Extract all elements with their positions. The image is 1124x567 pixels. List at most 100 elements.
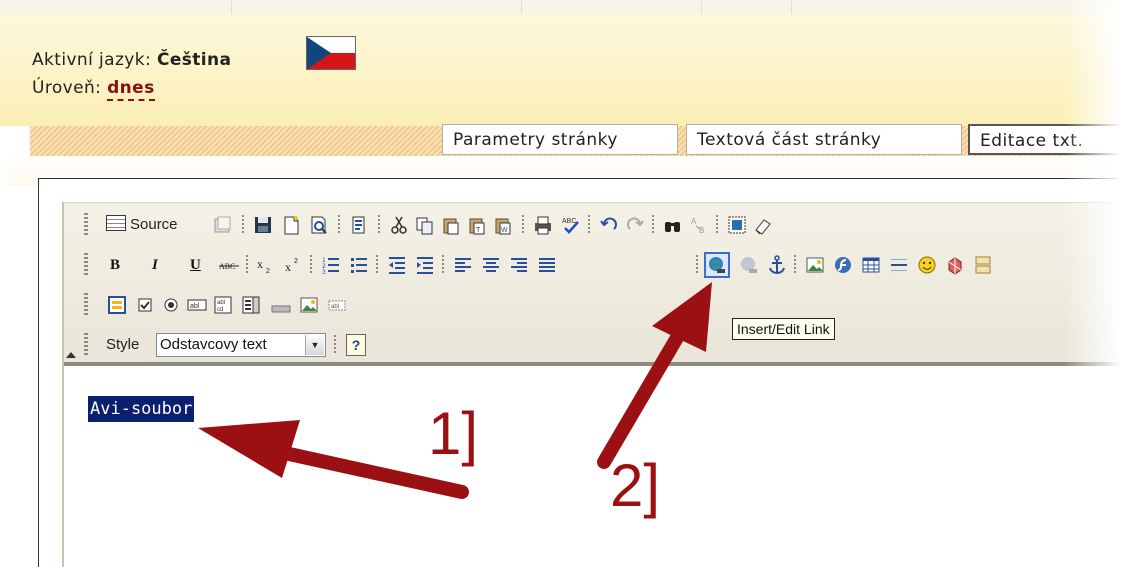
source-icon <box>106 215 126 231</box>
save-icon[interactable] <box>252 214 274 236</box>
flash-icon[interactable] <box>832 254 854 276</box>
tab-page-parameters[interactable]: Parametry stránky <box>442 124 678 155</box>
annotation-step-2: 2] <box>610 452 661 519</box>
toolbar-row-4: Style Odstavcovy text ▼ ? <box>84 332 388 360</box>
selected-text[interactable]: Avi-soubor <box>88 396 195 422</box>
indent-icon[interactable] <box>414 254 436 276</box>
templates-icon[interactable] <box>212 214 234 236</box>
anchor-icon[interactable] <box>766 254 788 276</box>
help-button[interactable]: ? <box>346 334 366 356</box>
bold-button[interactable]: B <box>110 254 120 276</box>
top-tab-strip <box>0 0 1124 14</box>
czech-flag-icon[interactable] <box>306 36 356 70</box>
hidden-field-icon[interactable]: abl <box>326 294 348 316</box>
svg-text:2: 2 <box>266 268 270 275</box>
textarea-icon[interactable]: abl cd <box>212 294 234 316</box>
toolbar-grip[interactable] <box>84 253 88 277</box>
tab-edit-text[interactable]: Editace txt. <box>968 124 1124 155</box>
tab-page-text[interactable]: Textová část stránky <box>686 124 962 155</box>
style-dropdown-value: Odstavcovy text <box>160 336 267 353</box>
select-all-icon[interactable] <box>726 214 748 236</box>
svg-text:cd: cd <box>217 307 223 313</box>
svg-text:T: T <box>476 227 481 234</box>
style-dropdown[interactable]: Odstavcovy text ▼ <box>156 333 326 357</box>
svg-text:abl: abl <box>217 300 225 306</box>
toolbar-row-2: B I U ABC x2 x2 123 <box>84 252 1124 280</box>
remove-format-icon[interactable] <box>752 214 774 236</box>
svg-text:x: x <box>257 257 263 271</box>
image-icon[interactable] <box>804 254 826 276</box>
undo-icon[interactable] <box>598 214 620 236</box>
smiley-icon[interactable] <box>916 254 938 276</box>
italic-button[interactable]: I <box>152 254 158 276</box>
svg-text:3: 3 <box>322 269 326 276</box>
level-value-link[interactable]: dnes <box>107 78 155 101</box>
toolbar-grip[interactable] <box>84 333 88 357</box>
svg-text:2: 2 <box>294 258 298 265</box>
level-label: Úroveň: <box>32 78 102 98</box>
language-value: Čeština <box>156 50 232 70</box>
bulleted-list-icon[interactable] <box>348 254 370 276</box>
image-button-icon[interactable] <box>298 294 320 316</box>
paste-text-icon[interactable]: T <box>466 214 488 236</box>
numbered-list-icon[interactable]: 123 <box>320 254 342 276</box>
dropdown-arrow-icon[interactable]: ▼ <box>305 335 324 355</box>
svg-text:x: x <box>285 260 291 274</box>
page-break-icon[interactable] <box>972 254 994 276</box>
svg-text:abl: abl <box>190 303 200 310</box>
source-button[interactable]: Source <box>106 214 178 236</box>
toolbar-row-3: abl abl cd abl <box>84 292 488 320</box>
svg-text:A: A <box>691 217 697 226</box>
align-left-icon[interactable] <box>452 254 474 276</box>
header-band <box>0 14 1124 126</box>
align-justify-icon[interactable] <box>536 254 558 276</box>
svg-text:W: W <box>501 227 508 234</box>
select-field-icon[interactable] <box>240 294 262 316</box>
superscript-icon[interactable]: x2 <box>282 254 304 276</box>
cut-icon[interactable] <box>388 214 410 236</box>
align-center-icon[interactable] <box>480 254 502 276</box>
spellcheck-icon[interactable]: ABC <box>560 214 582 236</box>
svg-text:ABC: ABC <box>562 218 576 225</box>
language-label: Aktivní jazyk: <box>32 50 152 70</box>
special-char-icon[interactable] <box>944 254 966 276</box>
editor-content-area[interactable] <box>64 366 1124 567</box>
tooltip: Insert/Edit Link <box>732 318 835 340</box>
paste-word-icon[interactable]: W <box>492 214 514 236</box>
svg-text:abl: abl <box>331 304 339 310</box>
checkbox-icon[interactable] <box>134 294 156 316</box>
subscript-icon[interactable]: x2 <box>254 254 276 276</box>
toolbar-grip[interactable] <box>84 293 88 317</box>
form-button-icon[interactable] <box>270 294 292 316</box>
print-icon[interactable] <box>532 214 554 236</box>
radio-button-icon[interactable] <box>160 294 182 316</box>
svg-text:B: B <box>699 226 704 235</box>
align-right-icon[interactable] <box>508 254 530 276</box>
document-properties-icon[interactable] <box>348 214 370 236</box>
toolbar-grip[interactable] <box>84 213 88 237</box>
style-label: Style <box>106 336 140 353</box>
form-icon[interactable] <box>106 294 128 316</box>
toolbar-row-1: Source T W ABC AB <box>84 212 988 240</box>
level-line: Úroveň: dnes <box>32 78 155 101</box>
collapse-toolbar-icon[interactable] <box>66 352 76 358</box>
outdent-icon[interactable] <box>386 254 408 276</box>
paste-icon[interactable] <box>440 214 462 236</box>
active-language-line: Aktivní jazyk: Čeština <box>32 50 231 70</box>
underline-button[interactable]: U <box>190 254 201 276</box>
copy-icon[interactable] <box>414 214 436 236</box>
preview-icon[interactable] <box>308 214 330 236</box>
insert-edit-link-button[interactable] <box>704 252 730 278</box>
strikethrough-icon[interactable]: ABC <box>218 254 240 276</box>
replace-icon[interactable]: AB <box>688 214 710 236</box>
new-page-icon[interactable] <box>280 214 302 236</box>
find-icon[interactable] <box>662 214 684 236</box>
horizontal-rule-icon[interactable] <box>888 254 910 276</box>
table-icon[interactable] <box>860 254 882 276</box>
unlink-icon[interactable] <box>738 254 760 276</box>
annotation-step-1: 1] <box>428 400 479 467</box>
redo-icon[interactable] <box>624 214 646 236</box>
text-field-icon[interactable]: abl <box>186 294 208 316</box>
screenshot-stage: Aktivní jazyk: Čeština Úroveň: dnes Para… <box>0 0 1124 567</box>
source-label: Source <box>130 216 178 233</box>
